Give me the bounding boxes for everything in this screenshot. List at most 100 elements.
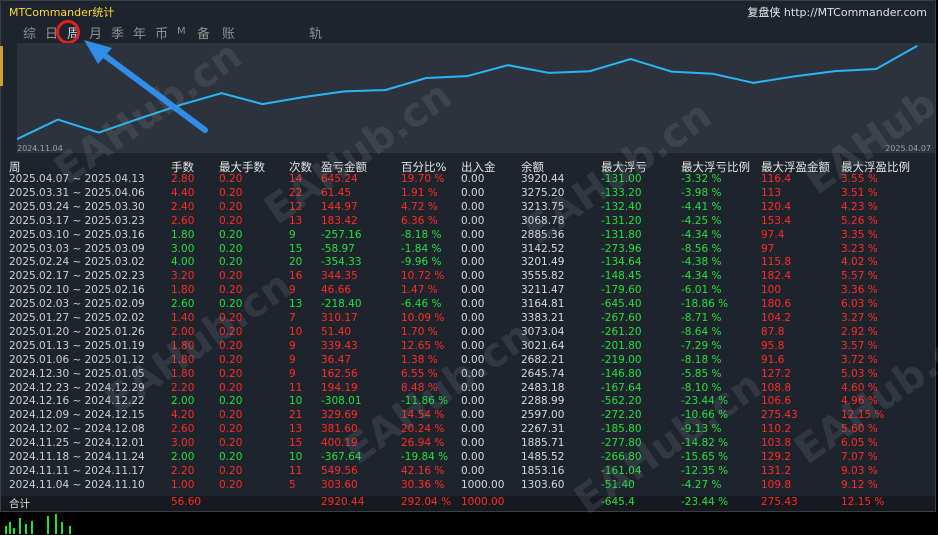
cell-pnl: 329.69 — [321, 409, 358, 422]
table-row[interactable]: 2025.03.10 ~ 2025.03.16 1.80 0.20 9 -257.16 -… — [1, 229, 935, 244]
table-row[interactable]: 2025.03.03 ~ 2025.03.09 3.00 0.20 15 -58.97 -… — [1, 243, 935, 258]
stats-window: MTCommander统计 复盘侠 http://MTCommander.com… — [0, 0, 936, 512]
cell-count: 14 — [289, 173, 303, 185]
cell-max-fp: 120.4 — [761, 200, 792, 213]
cell-period: 2024.11.11 ~ 2024.11.17 — [9, 464, 145, 477]
total-max-fp: 275.43 — [761, 496, 798, 508]
cell-max-fp: 95.8 — [761, 339, 785, 352]
cell-lots: 2.20 — [171, 381, 195, 394]
cell-balance: 3383.21 — [521, 312, 565, 324]
tab-4[interactable]: 季 — [111, 23, 124, 42]
cell-max-fp-pct: 6.03 % — [841, 298, 878, 311]
cell-max-dd-pct: -5.85 % — [681, 367, 722, 380]
table-row[interactable]: 2025.01.13 ~ 2025.01.19 1.80 0.20 9 339.43 12… — [1, 340, 935, 355]
table-row[interactable]: 2025.02.10 ~ 2025.02.16 1.80 0.20 9 46.66 1.4… — [1, 284, 935, 299]
brand-url[interactable]: http://MTCommander.com — [784, 6, 927, 19]
cell-period: 2024.12.30 ~ 2025.01.05 — [9, 367, 145, 380]
cell-balance: 3201.49 — [521, 256, 565, 269]
table-row[interactable]: 2024.12.16 ~ 2024.12.22 2.00 0.20 10 -308.01… — [1, 395, 935, 410]
cell-deposit: 0.00 — [461, 284, 485, 297]
table-row[interactable]: 2025.04.07 ~ 2025.04.13 2.80 0.20 14 645.24 1… — [1, 173, 935, 188]
balance-point — [629, 58, 632, 60]
table-row[interactable]: 2025.01.06 ~ 2025.01.12 1.80 0.20 9 36.47 1.3… — [1, 354, 935, 369]
tab-3[interactable]: 月 — [89, 23, 102, 42]
balance-point — [834, 70, 836, 72]
cell-period: 2024.12.02 ~ 2024.12.08 — [9, 423, 145, 436]
cell-lots: 2.40 — [171, 200, 195, 213]
table-row[interactable]: 2025.03.17 ~ 2025.03.23 2.60 0.20 13 183.42 6… — [1, 215, 935, 230]
balance-point — [548, 72, 550, 74]
cell-count: 5 — [289, 478, 296, 491]
table-row[interactable]: 2024.12.09 ~ 2024.12.15 4.20 0.20 21 329.69 1… — [1, 409, 935, 424]
table-row[interactable]: 2024.11.11 ~ 2024.11.17 2.20 0.20 11 549.56 4… — [1, 465, 935, 480]
cell-max-fp-pct: 3.57 % — [841, 339, 878, 352]
balance-point — [916, 45, 918, 47]
cell-max-fp-pct: 3.51 % — [841, 186, 878, 199]
cell-max-dd-pct: -8.64 % — [681, 325, 722, 338]
table-row[interactable]: 2025.02.24 ~ 2025.03.02 4.00 0.20 20 -354.33… — [1, 256, 935, 271]
cell-max-fp: 91.6 — [761, 353, 785, 366]
tab-7[interactable]: M — [177, 26, 186, 37]
brand-link[interactable]: 复盘侠 http://MTCommander.com — [747, 4, 927, 20]
balance-point — [302, 96, 305, 98]
balance-point — [507, 64, 509, 66]
cell-max-lots: 0.20 — [219, 242, 243, 255]
cell-pnl: -218.40 — [321, 298, 362, 311]
balance-point — [57, 118, 59, 121]
cell-pnl: 46.66 — [321, 284, 352, 297]
table-row[interactable]: 2025.01.20 ~ 2025.01.26 2.00 0.20 10 51.40 1.… — [1, 326, 935, 341]
table-row[interactable]: 2025.02.03 ~ 2025.02.09 2.60 0.20 13 -218.40… — [1, 298, 935, 313]
cell-max-fp-pct: 3.27 % — [841, 312, 878, 324]
cell-pct: -6.46 % — [401, 298, 442, 311]
cell-count: 20 — [289, 256, 303, 269]
cell-max-fp: 131.2 — [761, 464, 792, 477]
cell-count: 11 — [289, 464, 303, 477]
tab-8[interactable]: 备 — [197, 23, 210, 42]
cell-max-fp: 182.4 — [761, 270, 792, 283]
balance-line-chart: 2024.11.04 2025.04.07 — [17, 43, 935, 153]
cell-max-fp: 97 — [761, 242, 775, 255]
table-row[interactable]: 2025.03.31 ~ 2025.04.06 4.40 0.20 22 61.45 1.… — [1, 187, 935, 202]
table-row[interactable]: 2024.11.04 ~ 2024.11.10 1.00 0.20 5 303.60 30… — [1, 479, 935, 494]
total-max-dd: -645.4 — [601, 496, 635, 508]
cell-max-lots: 0.20 — [219, 478, 243, 491]
cell-max-dd-pct: -7.29 % — [681, 339, 722, 352]
cell-max-lots: 0.20 — [219, 298, 243, 311]
tab-6[interactable]: 币 — [155, 23, 168, 42]
cell-period: 2025.02.17 ~ 2025.02.23 — [9, 270, 145, 283]
cell-pnl: 144.97 — [321, 200, 358, 213]
cell-pct: 1.70 % — [401, 325, 438, 338]
cell-pnl: 344.35 — [321, 270, 358, 283]
cell-max-dd-pct: -6.01 % — [681, 284, 722, 297]
table-row[interactable]: 2025.02.17 ~ 2025.02.23 3.20 0.20 16 344.35 1… — [1, 270, 935, 285]
table-row[interactable]: 2024.11.25 ~ 2024.12.01 3.00 0.20 15 400.19 2… — [1, 437, 935, 452]
cell-max-fp-pct: 5.57 % — [841, 270, 878, 283]
cell-balance: 3211.47 — [521, 284, 565, 297]
tab-5[interactable]: 年 — [133, 23, 146, 42]
cell-max-fp-pct: 3.55 % — [841, 173, 878, 185]
table-row[interactable]: 2024.12.02 ~ 2024.12.08 2.60 0.20 13 381.60 2… — [1, 423, 935, 438]
cell-deposit: 0.00 — [461, 270, 485, 283]
cell-pnl: -367.64 — [321, 451, 362, 463]
cell-lots: 2.80 — [171, 173, 195, 185]
cell-max-dd: -267.60 — [601, 312, 642, 324]
total-pnl: 2920.44 — [321, 496, 365, 508]
cell-deposit: 0.00 — [461, 367, 485, 380]
table-row[interactable]: 2024.12.30 ~ 2025.01.05 1.80 0.20 9 162.56 6.… — [1, 368, 935, 383]
table-row[interactable]: 2024.12.23 ~ 2024.12.29 2.20 0.20 11 194.19 8… — [1, 382, 935, 397]
cell-pnl: 381.60 — [321, 423, 358, 436]
cell-count: 9 — [289, 353, 296, 366]
cell-period: 2025.02.03 ~ 2025.02.09 — [9, 298, 145, 311]
table-row[interactable]: 2024.11.18 ~ 2024.11.24 2.00 0.20 10 -367.64… — [1, 451, 935, 466]
cell-period: 2025.01.20 ~ 2025.01.26 — [9, 325, 145, 338]
table-row[interactable]: 2025.03.24 ~ 2025.03.30 2.40 0.20 12 144.97 4… — [1, 201, 935, 216]
tab-0[interactable]: 综 — [23, 23, 36, 42]
table-row[interactable]: 2025.01.27 ~ 2025.02.02 1.40 0.20 7 310.17 10… — [1, 312, 935, 327]
cell-lots: 1.80 — [171, 284, 195, 297]
cell-count: 9 — [289, 367, 296, 380]
cell-count: 13 — [289, 298, 303, 311]
cell-max-dd: -132.40 — [601, 200, 642, 213]
cell-pct: 1.91 % — [401, 186, 438, 199]
cell-deposit: 0.00 — [461, 339, 485, 352]
cell-pnl: 549.56 — [321, 464, 358, 477]
